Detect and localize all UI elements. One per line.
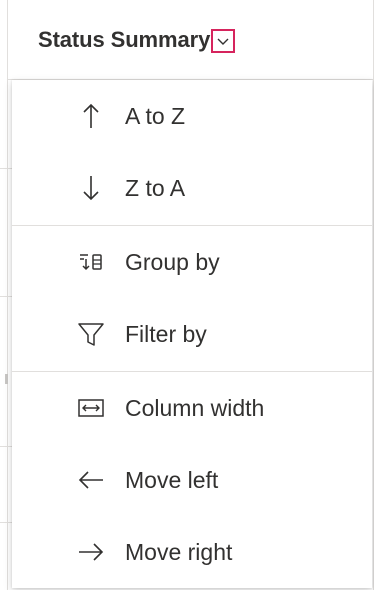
menu-item-move-right[interactable]: Move right — [12, 516, 372, 588]
grid-row-border — [0, 168, 12, 169]
menu-item-label: Move right — [125, 538, 233, 565]
chevron-down-icon — [217, 38, 229, 45]
menu-item-label: Z to A — [125, 174, 186, 201]
menu-item-sort-a-to-z[interactable]: A to Z — [12, 80, 372, 152]
column-header[interactable]: Status Summary — [8, 0, 373, 80]
arrow-up-icon — [76, 101, 106, 131]
column-dropdown-button[interactable] — [211, 28, 236, 53]
menu-item-label: Filter by — [125, 320, 207, 347]
arrow-left-icon — [76, 465, 106, 495]
menu-item-label: Column width — [125, 394, 265, 421]
menu-item-label: Move left — [125, 466, 219, 493]
arrow-right-icon — [76, 537, 106, 567]
grid-column-border — [7, 0, 8, 590]
menu-item-move-left[interactable]: Move left — [12, 444, 372, 516]
menu-item-filter-by[interactable]: Filter by — [12, 298, 372, 370]
grid-row-border — [0, 446, 12, 447]
column-header-title[interactable]: Status Summary — [38, 27, 210, 53]
menu-item-label: Group by — [125, 248, 220, 275]
list-view: Status Summary A to Z Z to A Group by Fi… — [0, 0, 374, 590]
grid-row-border — [0, 522, 12, 523]
menu-item-label: A to Z — [125, 102, 186, 129]
arrow-down-icon — [76, 173, 106, 203]
column-width-icon — [76, 393, 106, 423]
column-resize-handle[interactable] — [5, 374, 8, 384]
menu-item-sort-z-to-a[interactable]: Z to A — [12, 152, 372, 224]
group-by-icon — [76, 247, 106, 277]
menu-item-column-width[interactable]: Column width — [12, 372, 372, 444]
filter-icon — [76, 319, 106, 349]
grid-row-border — [0, 296, 12, 297]
menu-item-group-by[interactable]: Group by — [12, 226, 372, 298]
column-menu: A to Z Z to A Group by Filter by Column … — [12, 80, 372, 588]
